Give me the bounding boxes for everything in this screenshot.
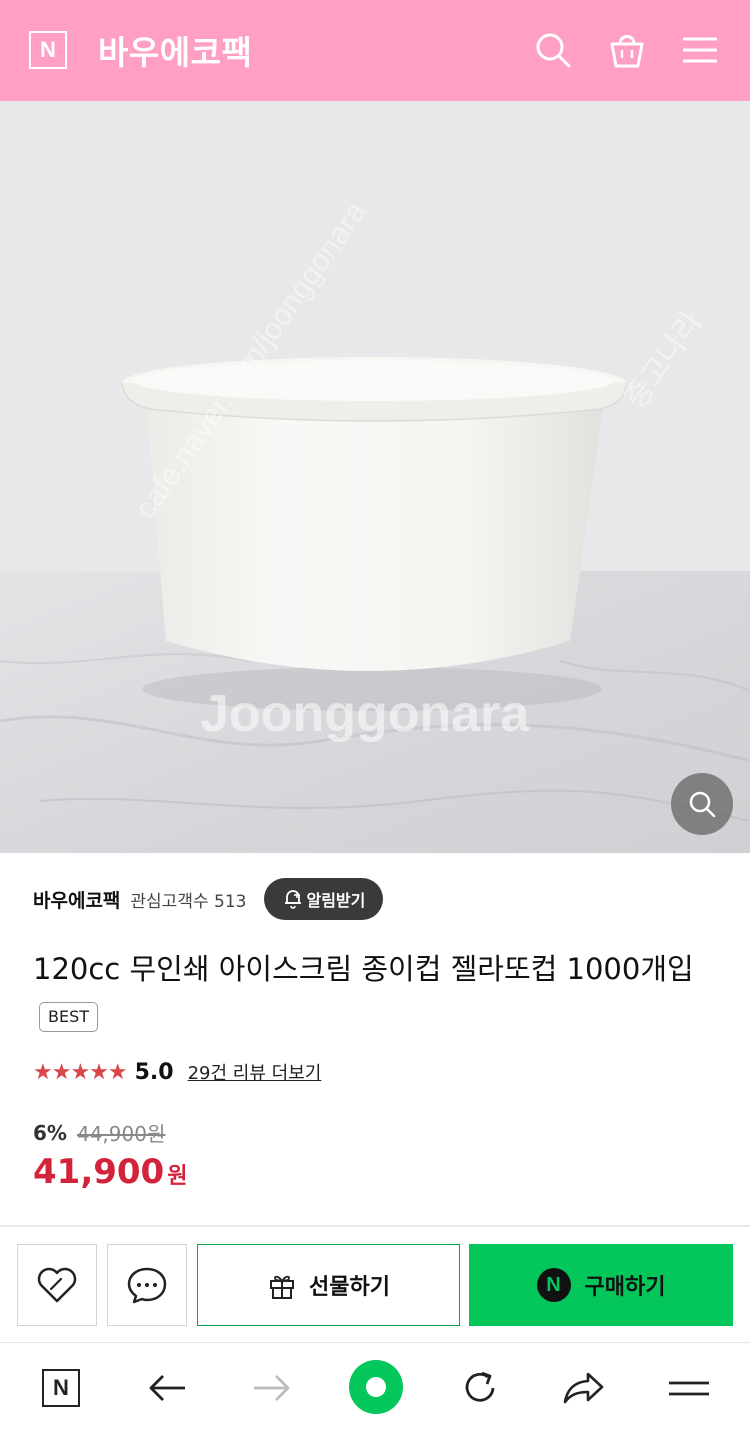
rating-row: ★★★★★ 5.0 29건 리뷰 더보기: [33, 1056, 321, 1088]
alarm-button-label: 알림받기: [306, 891, 366, 910]
bottom-menu-button[interactable]: [667, 1366, 711, 1410]
refresh-icon: [465, 1371, 495, 1402]
original-price-row: 6% 44,900원: [33, 1118, 165, 1147]
discount-rate: 6%: [33, 1120, 67, 1145]
wish-button[interactable]: [17, 1244, 97, 1326]
top-header: N 바우에코팩: [0, 0, 750, 101]
watermark-text: Joonggonara: [200, 685, 530, 743]
chat-button[interactable]: [107, 1244, 187, 1326]
heart-icon: [37, 1267, 77, 1303]
sale-price: 41,900: [33, 1152, 165, 1192]
naver-home-button[interactable]: N: [39, 1366, 83, 1410]
buy-button[interactable]: N 구매하기: [469, 1244, 733, 1326]
naver-logo-icon: N: [42, 1369, 80, 1407]
sale-price-unit: 원: [167, 1164, 188, 1189]
gift-icon: [270, 1275, 295, 1299]
refresh-button[interactable]: [458, 1366, 502, 1410]
back-button[interactable]: [145, 1366, 189, 1410]
forward-button[interactable]: [250, 1366, 294, 1410]
home-circle-icon: [349, 1360, 403, 1414]
purchase-action-bar: 선물하기 N 구매하기: [0, 1244, 750, 1326]
search-icon[interactable]: [533, 30, 573, 70]
gift-button-label: 선물하기: [309, 1275, 390, 1300]
chat-bubble-icon: [127, 1267, 167, 1304]
product-title-text: 120cc 무인쇄 아이스크림 종이컵 젤라또컵 1000개입: [33, 952, 694, 986]
product-image[interactable]: Joonggonara cafe.naver.com/joonggonara 중…: [0, 101, 750, 853]
review-link[interactable]: 29건 리뷰 더보기: [188, 1059, 322, 1085]
original-price: 44,900원: [76, 1122, 166, 1146]
share-icon: [563, 1372, 604, 1404]
menu-icon: [669, 1381, 709, 1396]
browser-bottom-nav: N: [0, 1343, 750, 1433]
seller-name[interactable]: 바우에코팩: [33, 886, 120, 913]
product-title: 120cc 무인쇄 아이스크림 종이컵 젤라또컵 1000개입 BEST: [33, 946, 723, 1038]
zoom-button[interactable]: [671, 773, 733, 835]
shopping-bag-icon[interactable]: [607, 30, 647, 70]
gift-button[interactable]: 선물하기: [197, 1244, 460, 1326]
share-button[interactable]: [562, 1366, 606, 1410]
sale-price-row: 41,900 원: [33, 1152, 187, 1192]
menu-icon[interactable]: [680, 30, 720, 70]
star-rating: ★★★★★: [33, 1059, 128, 1085]
bell-plus-icon: [285, 890, 302, 909]
best-badge: BEST: [39, 1002, 99, 1032]
seller-row: 바우에코팩 관심고객수 513 알림받기: [33, 877, 384, 921]
forward-arrow-icon: [254, 1375, 290, 1401]
section-divider: [0, 1225, 750, 1227]
alarm-button[interactable]: 알림받기: [264, 878, 384, 920]
back-arrow-icon: [149, 1375, 185, 1401]
naver-logo[interactable]: N: [29, 31, 67, 69]
magnifier-icon: [689, 791, 716, 818]
interest-count: 관심고객수 513: [130, 891, 247, 912]
store-name[interactable]: 바우에코팩: [98, 26, 252, 74]
paper-cup-illustration: Joonggonara cafe.naver.com/joonggonara 중…: [0, 101, 750, 853]
buy-button-label: 구매하기: [584, 1275, 666, 1300]
rating-score: 5.0: [134, 1059, 174, 1085]
naver-pay-icon: N: [536, 1268, 571, 1302]
home-circle-button[interactable]: [347, 1358, 405, 1416]
